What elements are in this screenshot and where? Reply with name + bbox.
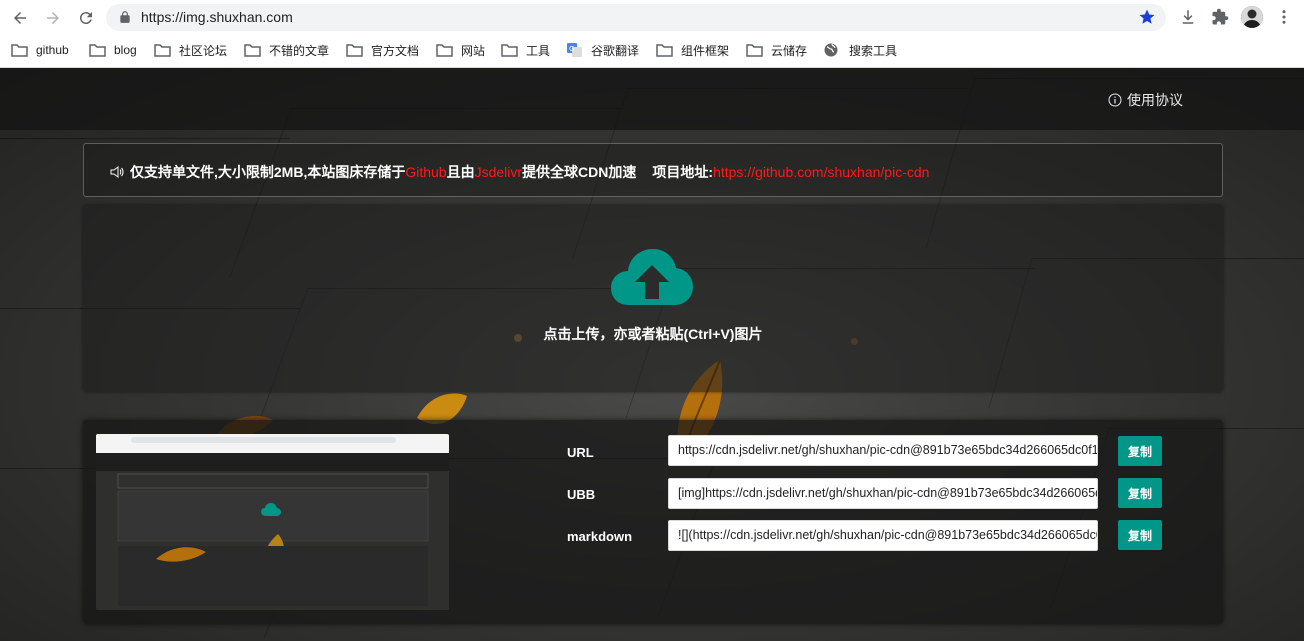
reload-icon [79, 12, 92, 25]
notice-part3: 提供全球CDN加速 [522, 164, 637, 180]
avatar-icon [1241, 6, 1263, 28]
bookmark-articles[interactable]: 不错的文章 [244, 40, 329, 60]
extensions-button[interactable] [1209, 6, 1231, 28]
globe-icon [824, 43, 838, 57]
bookmark-star-icon[interactable] [1138, 8, 1156, 26]
bookmark-translate[interactable]: G 谷歌翻译 [566, 40, 639, 60]
agreement-link[interactable]: 使用协议 [1108, 90, 1183, 110]
page-content: 使用协议 仅支持单文件,大小限制2MB,本站图床存储于 Github 且由 Js… [0, 68, 1304, 641]
bookmark-sites[interactable]: 网站 [436, 40, 485, 60]
agreement-label: 使用协议 [1127, 92, 1183, 108]
bookmark-docs[interactable]: 官方文档 [346, 40, 419, 60]
bookmark-search-tools[interactable]: 搜索工具 [824, 40, 897, 60]
bookmark-github[interactable]: github [11, 40, 69, 60]
folder-icon [89, 44, 106, 57]
notice-banner: 仅支持单文件,大小限制2MB,本站图床存储于 Github 且由 Jsdeliv… [83, 143, 1223, 197]
bookmark-label: 云储存 [771, 43, 808, 58]
markdown-label: markdown [567, 529, 633, 544]
github-link[interactable]: Github [405, 164, 446, 180]
puzzle-icon [1212, 8, 1229, 25]
notice-part1: 仅支持单文件,大小限制2MB,本站图床存储于 [130, 164, 406, 180]
bookmark-storage[interactable]: 云储存 [746, 40, 807, 60]
bookmark-tools[interactable]: 工具 [501, 40, 550, 60]
folder-icon [244, 44, 261, 57]
preview-image [96, 434, 449, 610]
bookmark-label: 工具 [526, 43, 551, 58]
folder-icon [746, 44, 763, 57]
folder-icon [154, 44, 171, 57]
bookmark-label: 不错的文章 [269, 43, 330, 58]
folder-icon [11, 44, 28, 57]
bookmark-frameworks[interactable]: 组件框架 [656, 40, 729, 60]
arrow-right-icon [47, 12, 59, 24]
folder-icon [501, 44, 518, 57]
copy-ubb-button[interactable]: 复制 [1118, 478, 1162, 508]
bookmark-label: 官方文档 [371, 43, 420, 58]
bookmark-label: 网站 [461, 43, 486, 58]
browser-menu-button[interactable] [1273, 6, 1295, 28]
forward-button[interactable] [41, 6, 65, 30]
download-button[interactable] [1177, 6, 1199, 28]
bookmark-label: 组件框架 [681, 43, 730, 58]
bookmark-label: 搜索工具 [849, 43, 898, 58]
markdown-field[interactable]: ![](https://cdn.jsdelivr.net/gh/shuxhan/… [668, 520, 1098, 551]
jsdelivr-link[interactable]: Jsdelivr [475, 164, 522, 180]
ubb-label: UBB [567, 487, 596, 502]
bookmark-forum[interactable]: 社区论坛 [154, 40, 227, 60]
notice-part2: 且由 [446, 164, 475, 180]
bookmarks-bar: github blog 社区论坛 不错的文章 官方文档 网站 工具 G 谷歌翻译 … [0, 36, 1304, 64]
back-button[interactable] [8, 6, 32, 30]
bookmark-label: blog [114, 43, 137, 57]
project-label: 项目地址: [652, 164, 714, 180]
upload-hint: 点击上传，亦或者粘贴(Ctrl+V)图片 [543, 326, 763, 342]
lock-icon [120, 11, 130, 23]
svg-text:G: G [569, 45, 574, 53]
bookmark-label: 社区论坛 [179, 43, 228, 58]
uploaded-image-preview[interactable] [96, 434, 449, 610]
download-icon [1182, 10, 1194, 24]
site-header: 使用协议 [0, 68, 1304, 130]
ubb-field[interactable]: [img]https://cdn.jsdelivr.net/gh/shuxhan… [668, 478, 1098, 509]
profile-avatar[interactable] [1241, 6, 1263, 28]
speaker-icon [110, 166, 124, 178]
bookmark-blog[interactable]: blog [89, 40, 137, 60]
address-bar[interactable]: https://img.shuxhan.com [106, 4, 1166, 31]
folder-icon [346, 44, 363, 57]
copy-markdown-button[interactable]: 复制 [1118, 520, 1162, 550]
folder-icon [436, 44, 453, 57]
bookmark-label: github [36, 43, 69, 57]
project-url-link[interactable]: https://github.com/shuxhan/pic-cdn [713, 164, 929, 180]
cloud-upload-icon [611, 249, 693, 305]
address-url: https://img.shuxhan.com [141, 9, 293, 25]
reload-button[interactable] [74, 6, 98, 30]
google-translate-icon: G [567, 43, 582, 57]
copy-url-button[interactable]: 复制 [1118, 436, 1162, 466]
url-field[interactable]: https://cdn.jsdelivr.net/gh/shuxhan/pic-… [668, 435, 1098, 466]
browser-toolbar: https://img.shuxhan.com [0, 0, 1304, 35]
folder-icon [656, 44, 673, 57]
bookmark-label: 谷歌翻译 [591, 43, 640, 58]
arrow-left-icon [14, 12, 26, 24]
more-vertical-icon [1282, 10, 1286, 24]
upload-dropzone[interactable]: 点击上传，亦或者粘贴(Ctrl+V)图片 [83, 205, 1223, 392]
browser-chrome: https://img.shuxhan.com github blog 社区论坛… [0, 0, 1304, 68]
notice-text: 仅支持单文件,大小限制2MB,本站图床存储于 Github 且由 Jsdeliv… [110, 162, 929, 182]
result-panel: URL https://cdn.jsdelivr.net/gh/shuxhan/… [83, 420, 1223, 624]
url-label: URL [567, 445, 594, 460]
info-icon [1108, 93, 1122, 107]
